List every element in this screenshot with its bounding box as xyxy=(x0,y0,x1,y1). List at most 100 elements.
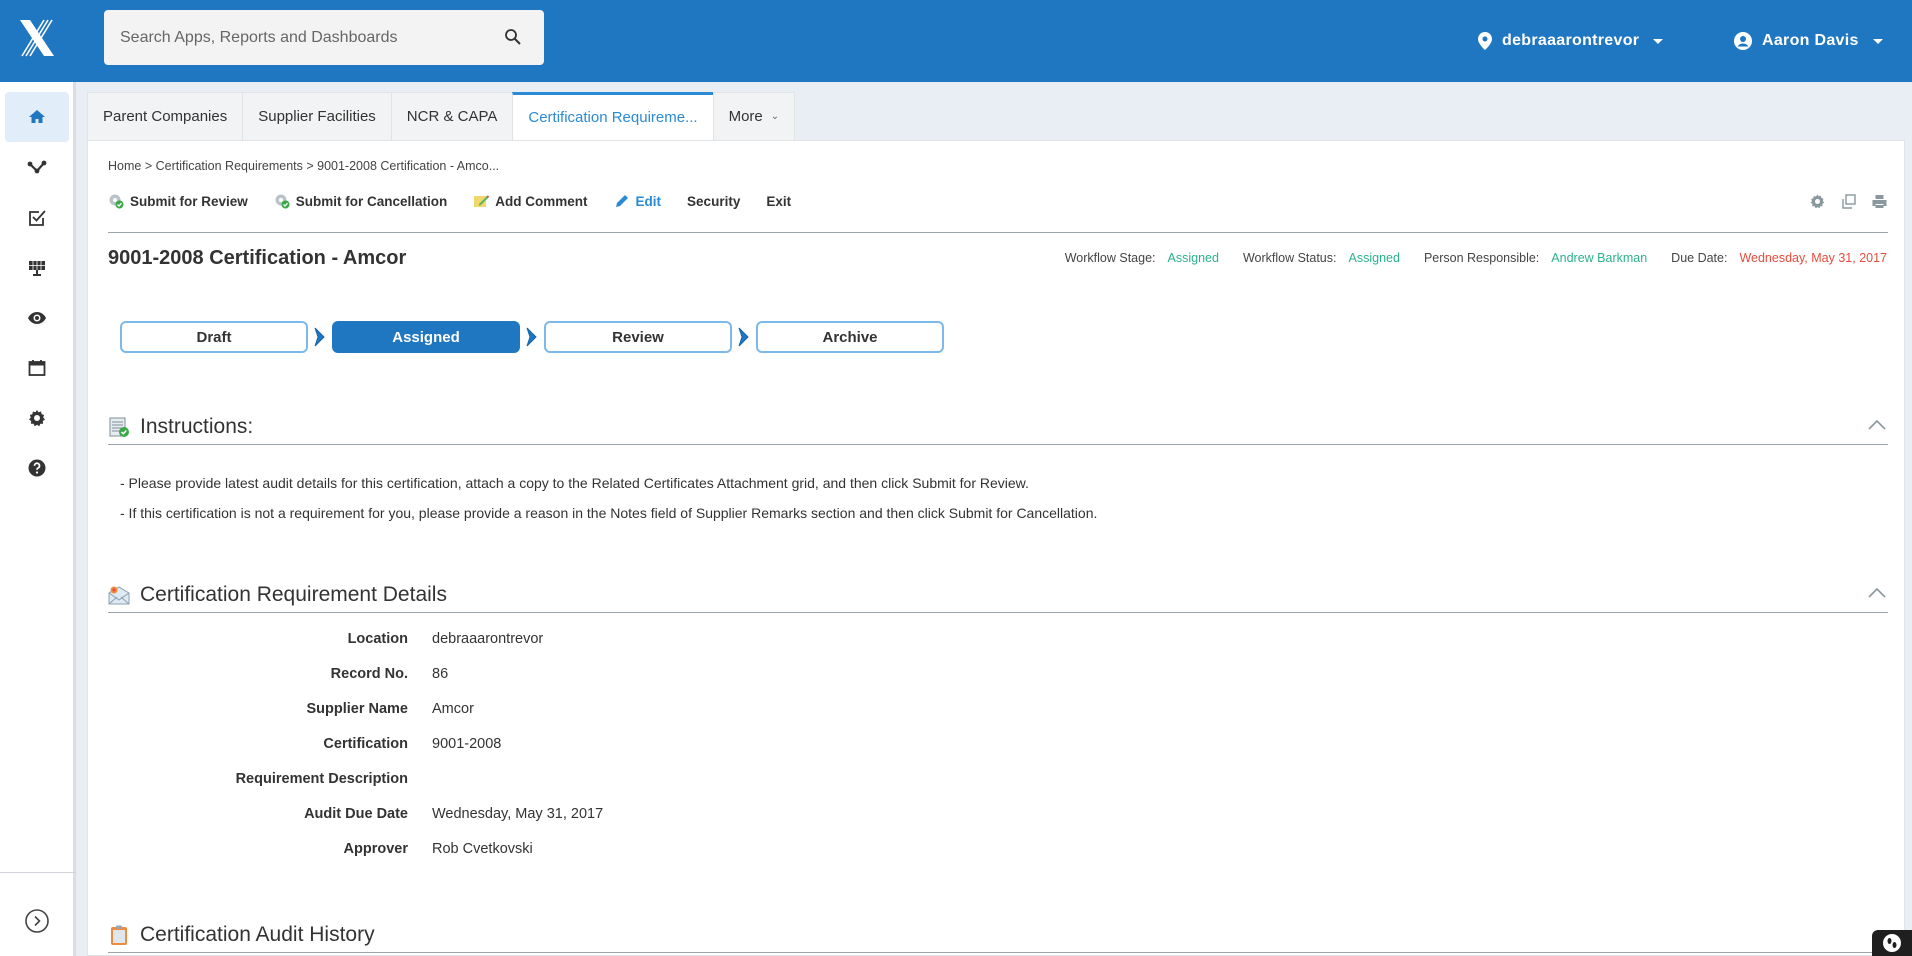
clipboard-icon xyxy=(111,925,127,945)
exit-button[interactable]: Exit xyxy=(766,194,791,209)
field-audit-due-date: Audit Due Date Wednesday, May 31, 2017 xyxy=(108,806,908,826)
submit-for-cancellation-button[interactable]: Submit for Cancellation xyxy=(274,193,447,209)
field-requirement-description: Requirement Description xyxy=(108,771,908,791)
security-button[interactable]: Security xyxy=(687,194,740,209)
checkbox-icon xyxy=(29,210,46,226)
tab-parent-companies[interactable]: Parent Companies xyxy=(87,92,243,141)
workflow-stage-value: Assigned xyxy=(1167,251,1219,265)
field-value: 86 xyxy=(432,666,449,682)
toolbar-divider xyxy=(108,232,1888,233)
sidebar-item-home[interactable] xyxy=(5,92,69,142)
workflow-status-value: Assigned xyxy=(1348,251,1400,265)
app-logo[interactable] xyxy=(18,18,56,58)
tab-label: Parent Companies xyxy=(103,108,228,125)
sidebar xyxy=(0,82,76,956)
field-label: Approver xyxy=(343,841,408,857)
eye-icon xyxy=(28,312,46,324)
field-record-no: Record No. 86 xyxy=(108,666,908,686)
caret-down-icon xyxy=(1872,38,1883,44)
workflow-stages: Draft Assigned Review Archive xyxy=(120,321,944,353)
workflow-icon xyxy=(27,160,47,174)
field-label: Audit Due Date xyxy=(304,806,408,822)
sidebar-item-workflow[interactable] xyxy=(5,143,69,193)
top-bar: debraaarontrevor Aaron Davis xyxy=(0,0,1912,82)
audit-history-section-header[interactable]: Certification Audit History xyxy=(108,917,1888,953)
tab-label: More xyxy=(728,108,763,125)
module-tabs: Parent Companies Supplier Facilities NCR… xyxy=(87,92,796,141)
tool-label: Edit xyxy=(635,193,662,209)
search-icon[interactable] xyxy=(504,28,522,46)
field-value: 9001-2008 xyxy=(432,736,502,752)
field-label: Certification xyxy=(323,736,408,752)
sidebar-item-monitor[interactable] xyxy=(5,293,69,343)
person-responsible-label: Person Responsible: xyxy=(1423,251,1540,265)
field-label: Location xyxy=(347,631,408,647)
user-account-icon xyxy=(1734,32,1752,50)
sidebar-item-dashboard[interactable] xyxy=(5,243,69,293)
section-title: Certification Requirement Details xyxy=(140,582,447,606)
search-input[interactable] xyxy=(120,10,500,65)
field-approver: Approver Rob Cvetkovski xyxy=(108,841,908,861)
solar-panel-icon xyxy=(29,261,45,276)
tab-label: NCR & CAPA xyxy=(406,108,498,125)
field-value: Wednesday, May 31, 2017 xyxy=(432,806,604,822)
field-certification: Certification 9001-2008 xyxy=(108,736,908,756)
record-actions xyxy=(1809,193,1888,210)
tab-label: Supplier Facilities xyxy=(258,108,376,125)
location-pin-icon xyxy=(1478,32,1492,50)
sidebar-item-help[interactable] xyxy=(5,443,69,493)
gear-check-icon xyxy=(109,194,124,209)
walkthrough-button[interactable] xyxy=(1872,930,1912,956)
stage-archive[interactable]: Archive xyxy=(756,321,944,353)
sidebar-item-calendar[interactable] xyxy=(5,343,69,393)
popout-icon[interactable] xyxy=(1840,193,1857,210)
record-panel: Home > Certification Requirements > 9001… xyxy=(87,140,1905,956)
details-section-header[interactable]: Certification Requirement Details xyxy=(108,577,1888,613)
tool-label: Security xyxy=(687,193,741,209)
tool-label: Submit for Review xyxy=(130,193,248,209)
tool-label: Exit xyxy=(766,193,792,209)
chevron-up-icon[interactable] xyxy=(1868,587,1886,599)
field-location: Location debraaarontrevor xyxy=(108,631,908,651)
stage-review[interactable]: Review xyxy=(544,321,732,353)
instructions-section-header[interactable]: Instructions: xyxy=(108,409,1888,445)
pencil-icon xyxy=(615,195,628,207)
home-icon xyxy=(29,110,45,123)
tool-label: Add Comment xyxy=(495,193,588,209)
stage-assigned[interactable]: Assigned xyxy=(332,321,520,353)
chevron-right-circle-icon[interactable] xyxy=(24,908,50,934)
sidebar-item-tasks[interactable] xyxy=(5,193,69,243)
stage-draft[interactable]: Draft xyxy=(120,321,308,353)
record-title: 9001-2008 Certification - Amcor xyxy=(108,247,407,269)
user-menu[interactable]: Aaron Davis xyxy=(1734,0,1883,82)
search-box[interactable] xyxy=(104,10,544,65)
tab-certification-requirements[interactable]: Certification Requireme... xyxy=(512,92,713,141)
sidebar-item-settings[interactable] xyxy=(5,393,69,443)
workflow-status-label: Workflow Status: xyxy=(1242,251,1337,265)
edit-button[interactable]: Edit xyxy=(614,193,662,209)
tab-supplier-facilities[interactable]: Supplier Facilities xyxy=(242,92,391,141)
chevron-up-icon[interactable] xyxy=(1868,419,1886,431)
chevron-down-icon: ⌄ xyxy=(770,111,780,122)
field-label: Record No. xyxy=(330,666,408,682)
breadcrumb[interactable]: Home > Certification Requirements > 9001… xyxy=(108,159,499,173)
logo-x-icon xyxy=(20,19,54,57)
record-meta: Workflow Stage: Assigned Workflow Status… xyxy=(1065,251,1887,265)
due-date-value: Wednesday, May 31, 2017 xyxy=(1739,251,1887,265)
person-responsible-value[interactable]: Andrew Barkman xyxy=(1551,251,1647,265)
location-selector[interactable]: debraaarontrevor xyxy=(1478,0,1664,82)
envelope-icon xyxy=(108,585,130,604)
tab-more[interactable]: More ⌄ xyxy=(712,92,796,141)
add-comment-button[interactable]: Add Comment xyxy=(473,193,588,209)
instruction-line: - Please provide latest audit details fo… xyxy=(120,475,1029,491)
field-value: Amcor xyxy=(432,701,474,717)
field-supplier-name: Supplier Name Amcor xyxy=(108,701,908,721)
section-title: Certification Audit History xyxy=(140,922,375,946)
chevron-right-icon xyxy=(308,327,332,347)
gear-icon[interactable] xyxy=(1809,193,1826,210)
tab-ncr-capa[interactable]: NCR & CAPA xyxy=(390,92,513,141)
print-icon[interactable] xyxy=(1871,193,1888,210)
instruction-line: - If this certification is not a require… xyxy=(120,505,1098,521)
submit-for-review-button[interactable]: Submit for Review xyxy=(108,193,248,209)
gear-icon xyxy=(29,410,45,427)
